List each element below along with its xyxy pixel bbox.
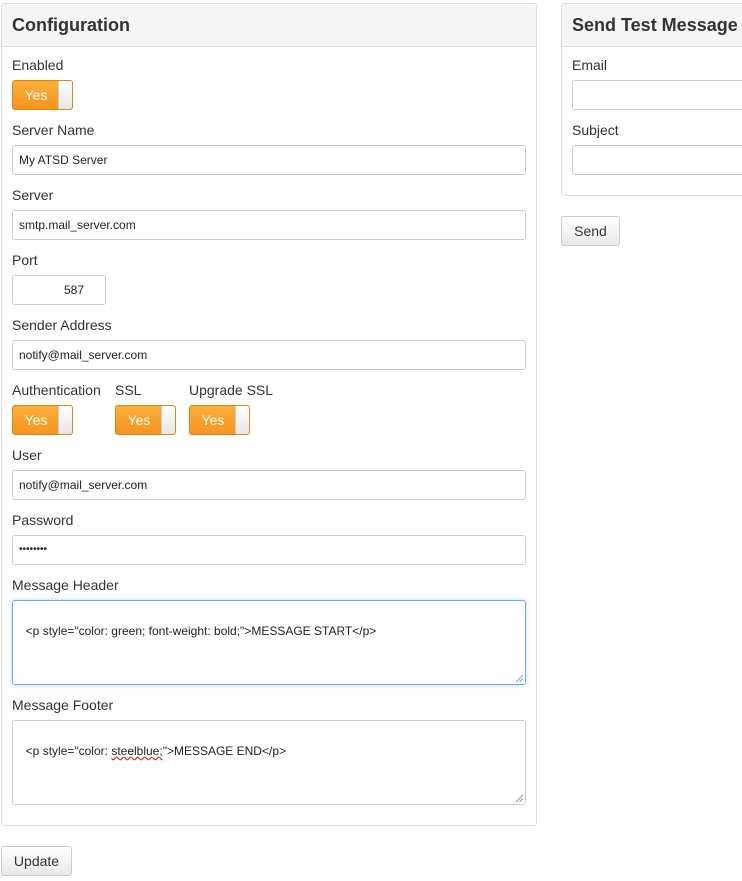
sender-address-label: Sender Address: [12, 317, 112, 333]
toggle-knob: [58, 81, 72, 109]
authentication-toggle[interactable]: Yes: [12, 405, 73, 435]
message-header-label: Message Header: [12, 577, 119, 593]
enabled-label: Enabled: [12, 57, 64, 73]
authentication-label: Authentication: [12, 382, 101, 398]
misspelled-word: steelblue;: [111, 744, 163, 758]
server-input[interactable]: smtp.mail_server.com: [12, 210, 526, 240]
ssl-toggle[interactable]: Yes: [115, 405, 176, 435]
authentication-toggle-text: Yes: [24, 412, 48, 428]
upgrade-ssl-label: Upgrade SSL: [189, 382, 274, 398]
ssl-label: SSL: [115, 382, 142, 398]
user-input[interactable]: notify@mail_server.com: [12, 470, 526, 500]
upgrade-ssl-toggle-text: Yes: [201, 412, 225, 428]
toggle-knob: [161, 406, 175, 434]
sender-address-input[interactable]: notify@mail_server.com: [12, 340, 526, 370]
send-test-message-title: Send Test Message: [562, 4, 742, 47]
message-footer-text-pre: <p style="color:: [25, 744, 112, 758]
port-label: Port: [12, 252, 38, 268]
server-name-input[interactable]: My ATSD Server: [12, 145, 526, 175]
password-input[interactable]: ••••••••: [12, 535, 526, 565]
user-label: User: [12, 447, 42, 463]
subject-label: Subject: [572, 122, 619, 138]
toggle-knob: [58, 406, 72, 434]
resize-grip-icon[interactable]: [516, 675, 523, 682]
send-button[interactable]: Send: [561, 216, 620, 246]
server-label: Server: [12, 187, 54, 203]
message-header-textarea[interactable]: <p style="color: green; font-weight: bol…: [12, 600, 526, 685]
email-label: Email: [572, 57, 608, 73]
toggle-knob: [235, 406, 249, 434]
enabled-toggle-text: Yes: [24, 87, 48, 103]
resize-grip-icon[interactable]: [516, 795, 523, 802]
email-input[interactable]: [572, 80, 742, 110]
message-footer-text-post: ">MESSAGE END</p>: [162, 744, 286, 758]
server-name-label: Server Name: [12, 122, 95, 138]
enabled-toggle[interactable]: Yes: [12, 80, 73, 110]
message-header-text: <p style="color: green; font-weight: bol…: [25, 624, 377, 638]
port-input[interactable]: 587: [12, 275, 106, 305]
upgrade-ssl-toggle[interactable]: Yes: [189, 405, 250, 435]
ssl-toggle-text: Yes: [127, 412, 151, 428]
update-button[interactable]: Update: [1, 846, 72, 876]
message-footer-label: Message Footer: [12, 697, 114, 713]
message-footer-textarea[interactable]: <p style="color: steelblue;">MESSAGE END…: [12, 720, 526, 805]
password-label: Password: [12, 512, 74, 528]
subject-input[interactable]: [572, 145, 742, 175]
configuration-title: Configuration: [2, 4, 536, 47]
